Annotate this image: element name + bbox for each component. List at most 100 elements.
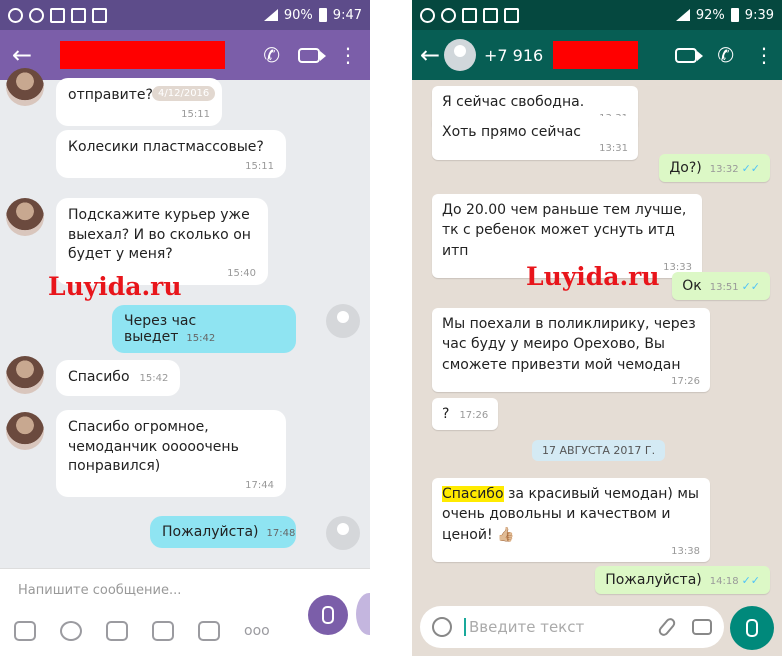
more-options-icon[interactable]: ⋮ [338, 45, 358, 65]
signal-icon [675, 9, 690, 21]
image-icon [71, 7, 86, 23]
read-ticks-icon: ✓✓ [741, 574, 760, 587]
message-time: 13:38 [671, 545, 700, 557]
phone-icon[interactable]: ✆ [263, 43, 280, 67]
message-text: Подскажите курьер уже выехал? И во сколь… [68, 207, 251, 263]
notification-icon [420, 7, 435, 23]
outgoing-message: Через час выедет 15:42 [112, 305, 296, 353]
message-text: отправите? [68, 87, 153, 103]
more-tools-icon[interactable]: ooo [244, 621, 270, 641]
phone-icon[interactable]: ✆ [717, 43, 734, 67]
message-time: 17:48 [266, 528, 296, 539]
message-text: Пожалуйста) [162, 524, 259, 540]
app-icon [50, 7, 65, 23]
viber-screen: 90% 9:47 ← ✆ ⋮ отправите? 15:11 4/12/201… [0, 0, 370, 656]
notification-icon [8, 7, 23, 23]
status-bar: 92% 9:39 [412, 0, 782, 30]
message-time: 17:44 [245, 479, 274, 491]
battery-icon [730, 8, 739, 22]
message-composer: Введите текст [412, 600, 782, 656]
video-call-icon[interactable] [298, 47, 326, 63]
whatsapp-screen: 92% 9:39 ← +7 916 ✆ ⋮ Я сейчас свободна.… [412, 0, 782, 656]
clock: 9:39 [744, 7, 774, 23]
message-time: 13:31 [599, 143, 628, 155]
message-text: Спасибо огромное, чемоданчик ооооочень п… [68, 419, 239, 475]
redacted-contact-name [60, 41, 225, 69]
message-time: 13:32 [709, 164, 739, 175]
image-icon [483, 7, 498, 23]
outgoing-message: Ок 13:51 ✓✓ [672, 272, 770, 300]
date-divider: 17 АВГУСТА 2017 Г. [532, 440, 666, 461]
screenshot-root: 90% 9:47 ← ✆ ⋮ отправите? 15:11 4/12/201… [0, 0, 782, 656]
status-bar: 90% 9:47 [0, 0, 370, 30]
my-avatar [326, 304, 360, 338]
message-time: 17:26 [671, 375, 700, 387]
video-call-icon[interactable] [675, 47, 704, 63]
battery-percent: 92% [695, 7, 725, 23]
message-text: Ок [682, 278, 702, 294]
redacted-contact-name [553, 41, 639, 69]
gif-icon[interactable] [198, 621, 220, 641]
back-arrow-icon[interactable]: ← [420, 41, 440, 69]
date-chip: 4/12/2016 [152, 86, 216, 101]
wechat-icon [29, 7, 44, 23]
message-time: 13:51 [709, 282, 739, 293]
incoming-message: Колесики пластмассовые? 15:11 [56, 130, 286, 178]
incoming-message: Спасибо за красивый чемодан) мы очень до… [432, 478, 710, 563]
message-list: Я сейчас свободна. 13:31 Хоть прямо сейч… [412, 80, 782, 600]
message-composer: Напишите сообщение... ooo [0, 568, 370, 656]
microphone-icon[interactable] [308, 595, 348, 635]
message-time: 15:11 [181, 108, 210, 120]
contact-avatar [6, 198, 44, 236]
incoming-message: ? 17:26 [432, 398, 499, 431]
outgoing-message: Пожалуйста) 14:18 ✓✓ [595, 566, 770, 594]
more-options-icon[interactable]: ⋮ [754, 45, 774, 65]
camera-icon[interactable] [106, 621, 128, 641]
message-text: Хоть прямо сейчас [442, 124, 582, 140]
signal-icon [263, 9, 278, 21]
emoji-icon[interactable] [432, 617, 452, 637]
secondary-button[interactable] [356, 593, 370, 635]
clock: 9:47 [332, 7, 362, 23]
sticker-icon[interactable] [14, 621, 36, 641]
contact-number[interactable]: +7 916 [484, 46, 543, 65]
emoticon-icon[interactable] [60, 621, 82, 641]
message-text: До 20.00 чем раньше тем лучше, тк с ребе… [442, 202, 687, 259]
battery-percent: 90% [283, 7, 313, 23]
incoming-message: Мы поехали в поликлирику, через час буду… [432, 308, 710, 393]
message-time: 15:42 [139, 373, 169, 384]
doodle-icon[interactable] [152, 621, 174, 641]
my-avatar [326, 516, 360, 550]
back-arrow-icon[interactable]: ← [12, 41, 42, 69]
read-ticks-icon: ✓✓ [741, 162, 760, 175]
message-text: До?) [669, 160, 702, 176]
chat-header: ← +7 916 ✆ ⋮ [412, 30, 782, 80]
message-input[interactable]: Введите текст [464, 618, 584, 636]
attach-icon[interactable] [656, 616, 678, 638]
camera-icon[interactable] [692, 619, 712, 635]
message-time: 15:42 [186, 333, 216, 344]
watermark: Luyida.ru [48, 272, 182, 301]
app-icon [462, 7, 477, 23]
outgoing-message: Пожалуйста) 17:48 [150, 516, 296, 548]
message-input-box[interactable]: Введите текст [420, 606, 724, 648]
message-input[interactable]: Напишите сообщение... [18, 583, 181, 598]
microphone-icon[interactable] [730, 606, 774, 650]
message-time: 17:26 [459, 410, 489, 421]
contact-avatar[interactable] [444, 39, 476, 71]
highlighted-text: Спасибо [442, 486, 504, 502]
play-icon [92, 7, 107, 23]
contact-avatar [6, 356, 44, 394]
contact-avatar [6, 68, 44, 106]
message-time: 15:11 [245, 160, 274, 172]
chat-header: ← ✆ ⋮ [0, 30, 370, 80]
read-ticks-icon: ✓✓ [741, 280, 760, 293]
watermark: Luyida.ru [526, 262, 660, 291]
wechat-icon [441, 7, 456, 23]
message-text: Колесики пластмассовые? [68, 139, 264, 155]
play-icon [504, 7, 519, 23]
message-text: Я сейчас свободна. [442, 94, 585, 110]
message-text: Пожалуйста) [605, 572, 702, 588]
message-list: отправите? 15:11 4/12/2016 Колесики плас… [0, 68, 370, 568]
message-time: 14:18 [709, 576, 739, 587]
